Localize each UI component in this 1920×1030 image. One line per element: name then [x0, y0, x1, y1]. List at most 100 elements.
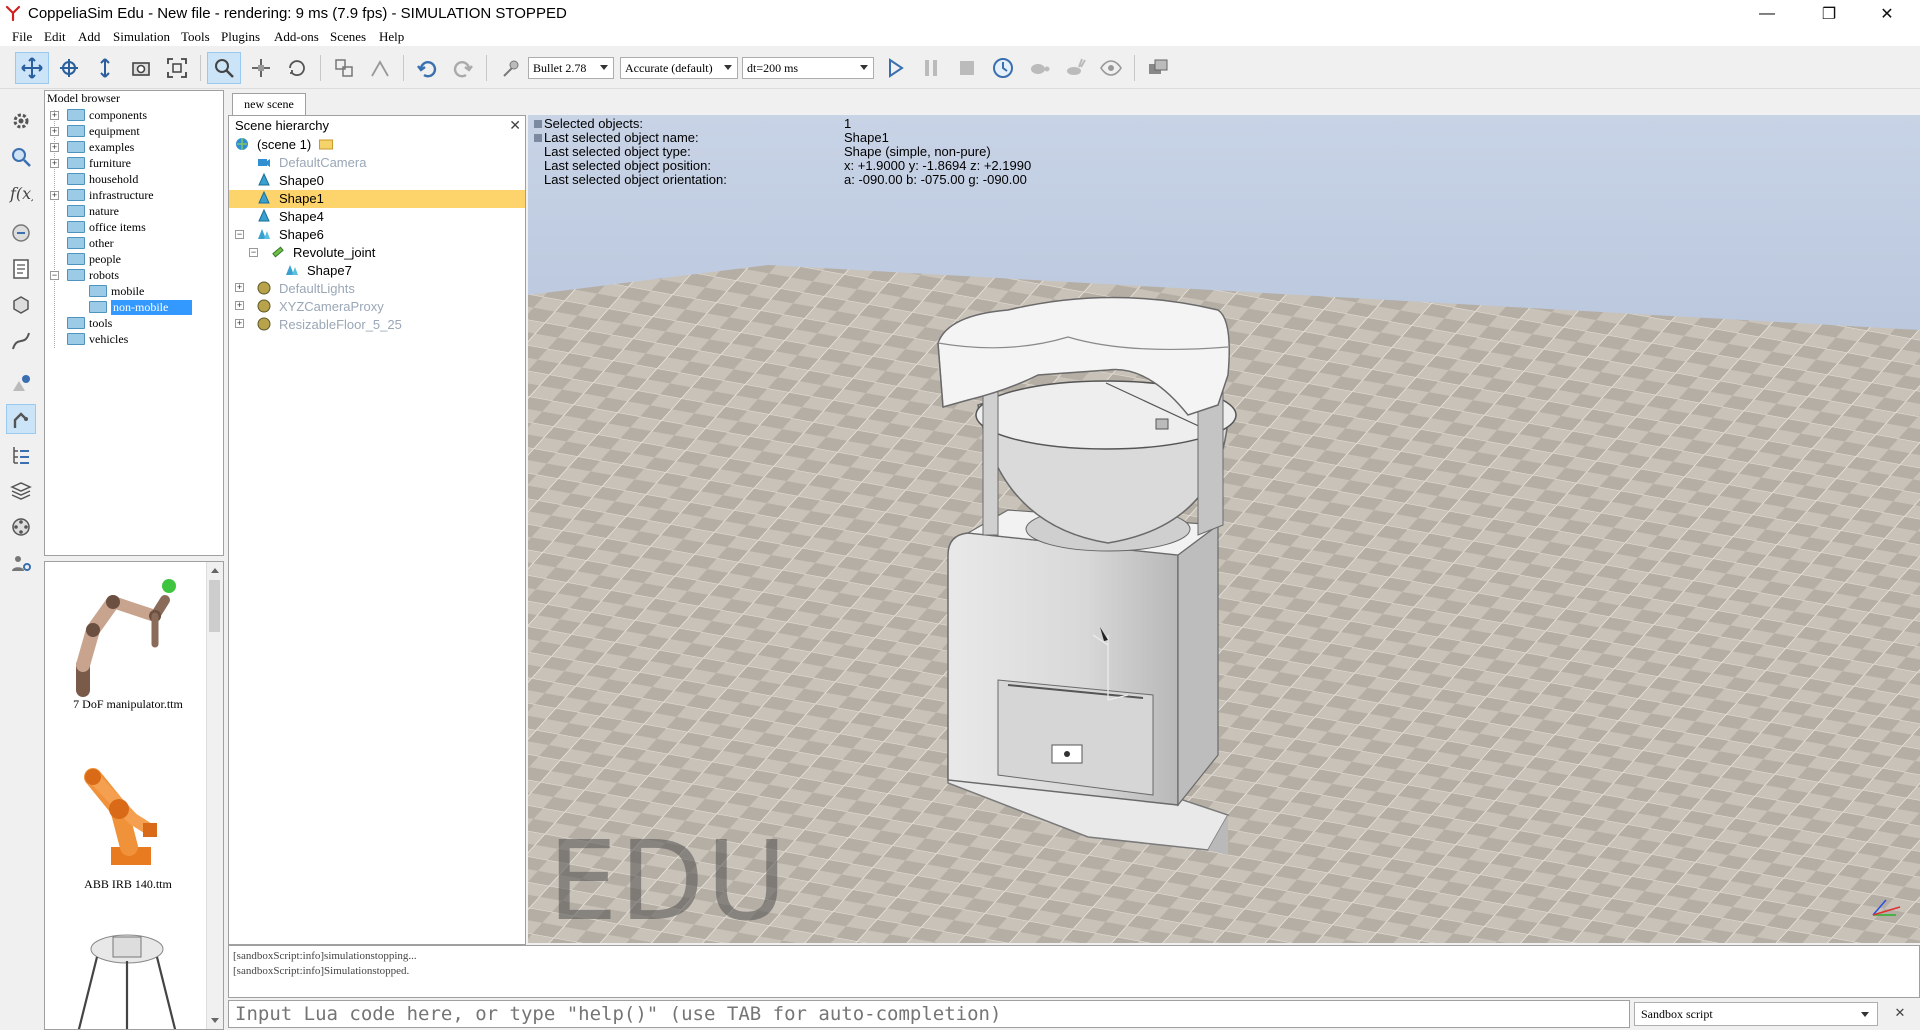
expand-toggle[interactable]: +	[50, 111, 59, 120]
model-folder-robots[interactable]: robots	[67, 267, 119, 283]
menu-help[interactable]: Help	[379, 29, 404, 45]
model-folder-components[interactable]: components	[67, 107, 147, 123]
calc-module-button[interactable]: f(x)	[6, 178, 36, 208]
lua-command-input[interactable]	[228, 1000, 1630, 1028]
script-selector[interactable]: Sandbox script	[1634, 1002, 1878, 1026]
hierarchy-item-scene[interactable]: (scene 1)	[235, 135, 334, 153]
undo-button[interactable]	[410, 52, 444, 84]
layers-button[interactable]	[6, 476, 36, 506]
thumbnail-scrollbar[interactable]	[206, 562, 223, 1029]
abb-irb-140-thumbnail[interactable]	[63, 747, 183, 872]
model-folder-tools[interactable]: tools	[67, 315, 112, 331]
expand-toggle[interactable]: +	[235, 301, 244, 310]
minimize-button[interactable]: —	[1738, 0, 1796, 28]
collapse-toggle[interactable]: −	[235, 230, 244, 239]
close-button[interactable]: ✕	[1858, 0, 1916, 28]
redo-button[interactable]	[446, 52, 480, 84]
collections-button[interactable]	[6, 368, 36, 398]
accuracy-select[interactable]: Accurate (default)	[620, 57, 738, 79]
speed-up-button[interactable]	[1058, 52, 1092, 84]
hierarchy-item-revolute-joint[interactable]: Revolute_joint	[271, 243, 375, 261]
camera-angle-button[interactable]	[124, 52, 158, 84]
hierarchy-item-default-camera[interactable]: DefaultCamera	[257, 153, 366, 171]
pause-simulation-button[interactable]	[914, 52, 948, 84]
expand-toggle[interactable]: +	[50, 143, 59, 152]
console-close-icon[interactable]: ✕	[1890, 1005, 1910, 1023]
menu-add[interactable]: Add	[78, 29, 100, 45]
model-folder-vehicles[interactable]: vehicles	[67, 331, 128, 347]
object-select-button[interactable]	[207, 52, 241, 84]
expand-toggle[interactable]: +	[50, 127, 59, 136]
hierarchy-item-default-lights[interactable]: DefaultLights	[257, 279, 355, 297]
scene-tab[interactable]: new scene	[232, 93, 306, 115]
object-shift-button[interactable]	[244, 52, 278, 84]
zoom-button[interactable]	[6, 142, 36, 172]
stop-simulation-button[interactable]	[950, 52, 984, 84]
transfer-dna-button[interactable]	[363, 52, 397, 84]
scroll-down-icon[interactable]	[210, 1017, 220, 1025]
collapse-toggle[interactable]: −	[249, 248, 258, 257]
hierarchy-item-shape6[interactable]: Shape6	[257, 225, 324, 243]
model-folder-nature[interactable]: nature	[67, 203, 119, 219]
assemble-button[interactable]	[327, 52, 361, 84]
fit-to-view-button[interactable]	[160, 52, 194, 84]
realtime-mode-button[interactable]	[986, 52, 1020, 84]
scene-viewport[interactable]: Selected objects: 1 Last selected object …	[528, 115, 1920, 943]
scrollbar-thumb[interactable]	[209, 580, 220, 632]
properties-button[interactable]	[6, 254, 36, 284]
model-folder-household[interactable]: household	[67, 171, 138, 187]
menu-scenes[interactable]: Scenes	[330, 29, 366, 45]
close-hierarchy-icon[interactable]: ✕	[509, 117, 521, 134]
expand-toggle[interactable]: +	[50, 191, 59, 200]
restore-button[interactable]: ❐	[1800, 0, 1858, 28]
hierarchy-item-shape1[interactable]: Shape1	[257, 189, 324, 207]
physics-engine-select[interactable]: Bullet 2.78	[528, 57, 614, 79]
scene-objects-button[interactable]	[1141, 52, 1175, 84]
video-recorder-button[interactable]	[6, 512, 36, 542]
menu-addons[interactable]: Add-ons	[274, 29, 319, 45]
expand-toggle[interactable]: +	[50, 159, 59, 168]
hierarchy-item-shape7[interactable]: Shape7	[285, 261, 352, 279]
camera-rotate-button[interactable]	[52, 52, 86, 84]
sim-settings-button[interactable]	[6, 106, 36, 136]
model-folder-non-mobile[interactable]: non-mobile	[89, 299, 193, 315]
model-folder-furniture[interactable]: furniture	[67, 155, 131, 171]
scripts-button[interactable]	[6, 218, 36, 248]
model-folder-infrastructure[interactable]: infrastructure	[67, 187, 154, 203]
model-folder-people[interactable]: people	[67, 251, 121, 267]
hierarchy-item-resizable-floor[interactable]: ResizableFloor_5_25	[257, 315, 402, 333]
object-rotate-button[interactable]	[280, 52, 314, 84]
slow-down-button[interactable]	[1022, 52, 1056, 84]
scroll-up-icon[interactable]	[210, 566, 220, 574]
shape-edit-button[interactable]	[6, 290, 36, 320]
menu-edit[interactable]: Edit	[44, 29, 66, 45]
timestep-select[interactable]: dt=200 ms	[742, 57, 874, 79]
menu-simulation[interactable]: Simulation	[113, 29, 170, 45]
menu-plugins[interactable]: Plugins	[221, 29, 260, 45]
compound-shape-icon	[258, 229, 270, 239]
delta-robot-thumbnail[interactable]	[67, 927, 187, 1030]
menu-file[interactable]: File	[12, 29, 32, 45]
menu-tools[interactable]: Tools	[181, 29, 210, 45]
model-folder-equipment[interactable]: equipment	[67, 123, 140, 139]
hierarchy-item-shape0[interactable]: Shape0	[257, 171, 324, 189]
7dof-manipulator-thumbnail[interactable]	[63, 570, 183, 700]
visualization-toggle-button[interactable]	[1094, 52, 1128, 84]
path-edit-button[interactable]	[6, 326, 36, 356]
expand-toggle[interactable]: +	[235, 319, 244, 328]
expand-toggle[interactable]: +	[235, 283, 244, 292]
model-folder-examples[interactable]: examples	[67, 139, 134, 155]
start-simulation-button[interactable]	[878, 52, 912, 84]
model-folder-office-items[interactable]: office items	[67, 219, 146, 235]
collapse-toggle[interactable]: −	[50, 271, 59, 280]
model-folder-other[interactable]: other	[67, 235, 114, 251]
dynamics-toggle-button[interactable]	[493, 52, 527, 84]
camera-shift-button[interactable]	[88, 52, 122, 84]
scene-hierarchy-toggle-button[interactable]	[6, 440, 36, 470]
model-folder-mobile[interactable]: mobile	[89, 283, 144, 299]
hierarchy-item-xyz-camera-proxy[interactable]: XYZCameraProxy	[257, 297, 384, 315]
model-browser-toggle-button[interactable]	[6, 404, 36, 434]
hierarchy-item-shape4[interactable]: Shape4	[257, 207, 324, 225]
camera-pan-button[interactable]	[15, 52, 49, 84]
user-settings-button[interactable]	[6, 548, 36, 578]
